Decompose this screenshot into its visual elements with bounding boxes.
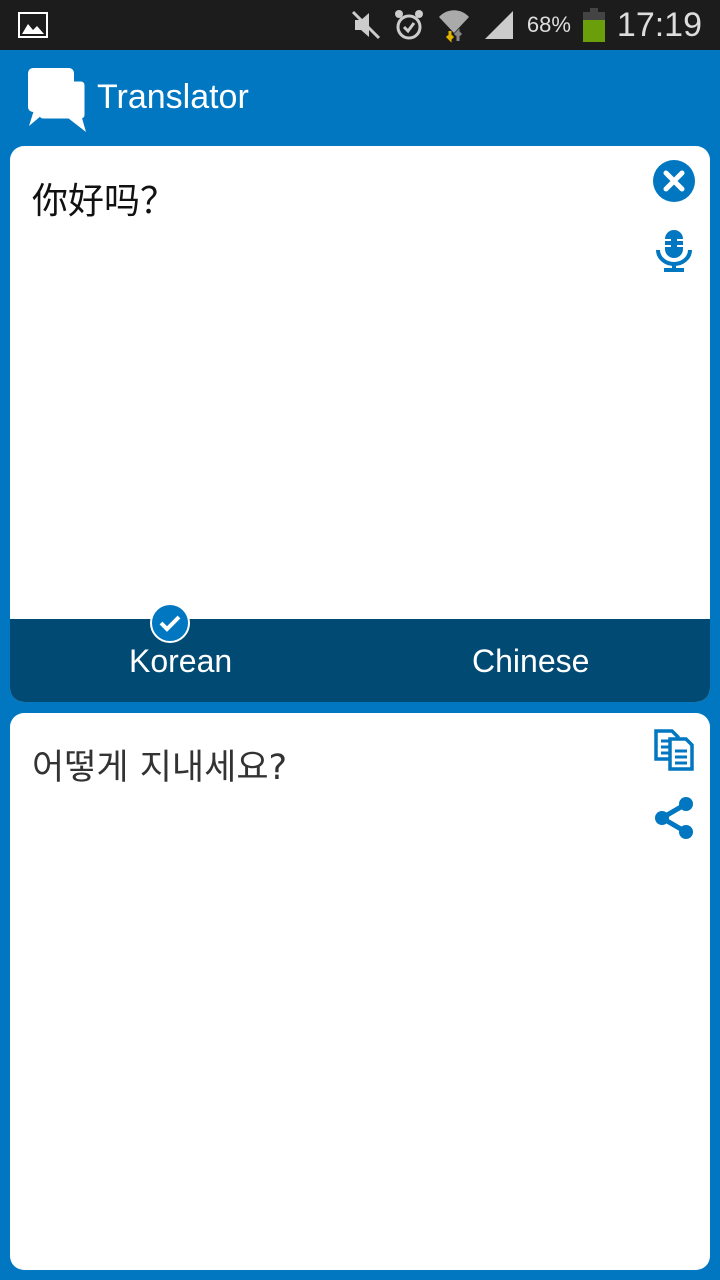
language-bar: Korean Chinese xyxy=(10,603,710,702)
battery-percent: 68% xyxy=(526,12,571,37)
copy-icon[interactable] xyxy=(652,727,696,771)
microphone-icon[interactable] xyxy=(652,228,696,272)
language-korean[interactable]: Korean xyxy=(129,643,232,680)
translated-text: 어떻게 지내세요? xyxy=(32,748,288,788)
mute-icon xyxy=(351,10,380,40)
app-title: Translator xyxy=(97,78,249,116)
chat-bubbles-icon xyxy=(28,68,88,132)
signal-icon xyxy=(484,11,513,39)
app-bar: Translator xyxy=(0,50,720,146)
gallery-icon xyxy=(18,12,48,38)
result-card: 어떻게 지내세요? xyxy=(10,713,710,1270)
selected-check-icon xyxy=(150,603,190,643)
source-text-input[interactable]: 你好吗？ xyxy=(32,172,176,224)
share-icon[interactable] xyxy=(652,796,696,840)
clock: 17:19 xyxy=(616,5,702,44)
source-card: 你好吗？ Korean Chinese xyxy=(10,146,710,702)
wifi-icon xyxy=(438,10,469,43)
clear-icon[interactable] xyxy=(652,159,696,203)
status-bar: 68% 17:19 xyxy=(0,0,720,50)
language-chinese[interactable]: Chinese xyxy=(472,643,589,680)
alarm-icon xyxy=(394,10,423,40)
battery-icon xyxy=(582,8,605,42)
